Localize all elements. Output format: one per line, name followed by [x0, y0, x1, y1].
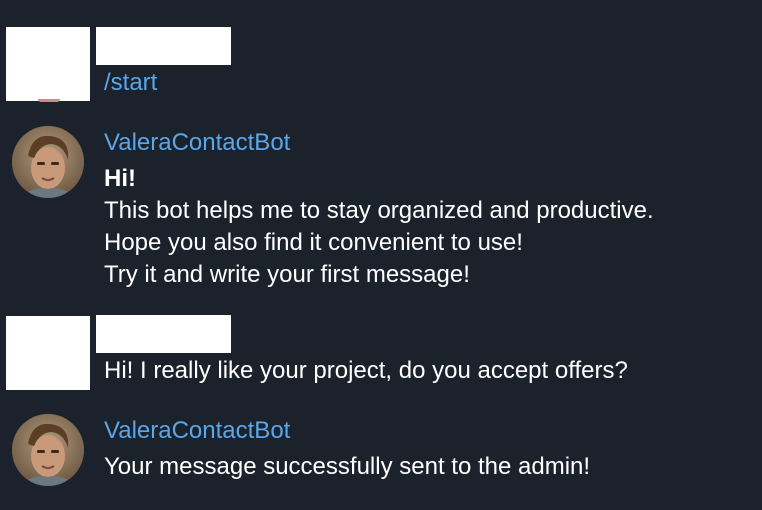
message-line: Hope you also find it convenient to use! [104, 229, 523, 256]
message-line: Your message successfully sent to the ad… [104, 453, 591, 480]
bot-avatar[interactable] [12, 414, 84, 486]
bot-avatar-photo-icon [12, 414, 84, 486]
message-line: Try it and write your first message! [104, 261, 470, 288]
message-line: Hi! I really like your project, do you a… [104, 357, 628, 384]
message-user-question[interactable]: Hi! I really like your project, do you a… [0, 310, 762, 400]
bot-avatar[interactable] [12, 126, 84, 198]
user-avatar-redacted[interactable] [6, 27, 90, 101]
user-name-redacted[interactable] [96, 27, 231, 65]
avatar-edge [38, 99, 60, 102]
user-name-redacted[interactable] [96, 315, 231, 353]
bot-sender-name[interactable]: ValeraContactBot [104, 128, 290, 158]
user-avatar-redacted[interactable] [6, 316, 90, 390]
message-line: This bot helps me to stay organized and … [104, 197, 654, 224]
message-line: Hi! [104, 165, 136, 192]
chat-history: /start ValeraContactBot Hi! This bot hel… [0, 0, 762, 510]
bot-sender-name[interactable]: ValeraContactBot [104, 416, 290, 446]
bot-avatar-photo-icon [12, 126, 84, 198]
start-command-link[interactable]: /start [104, 67, 157, 99]
message-user-start[interactable]: /start [0, 0, 762, 110]
message-bot-greeting[interactable]: ValeraContactBot Hi! This bot helps me t… [0, 120, 762, 300]
message-bot-confirmation[interactable]: ValeraContactBot Your message successful… [0, 408, 762, 508]
